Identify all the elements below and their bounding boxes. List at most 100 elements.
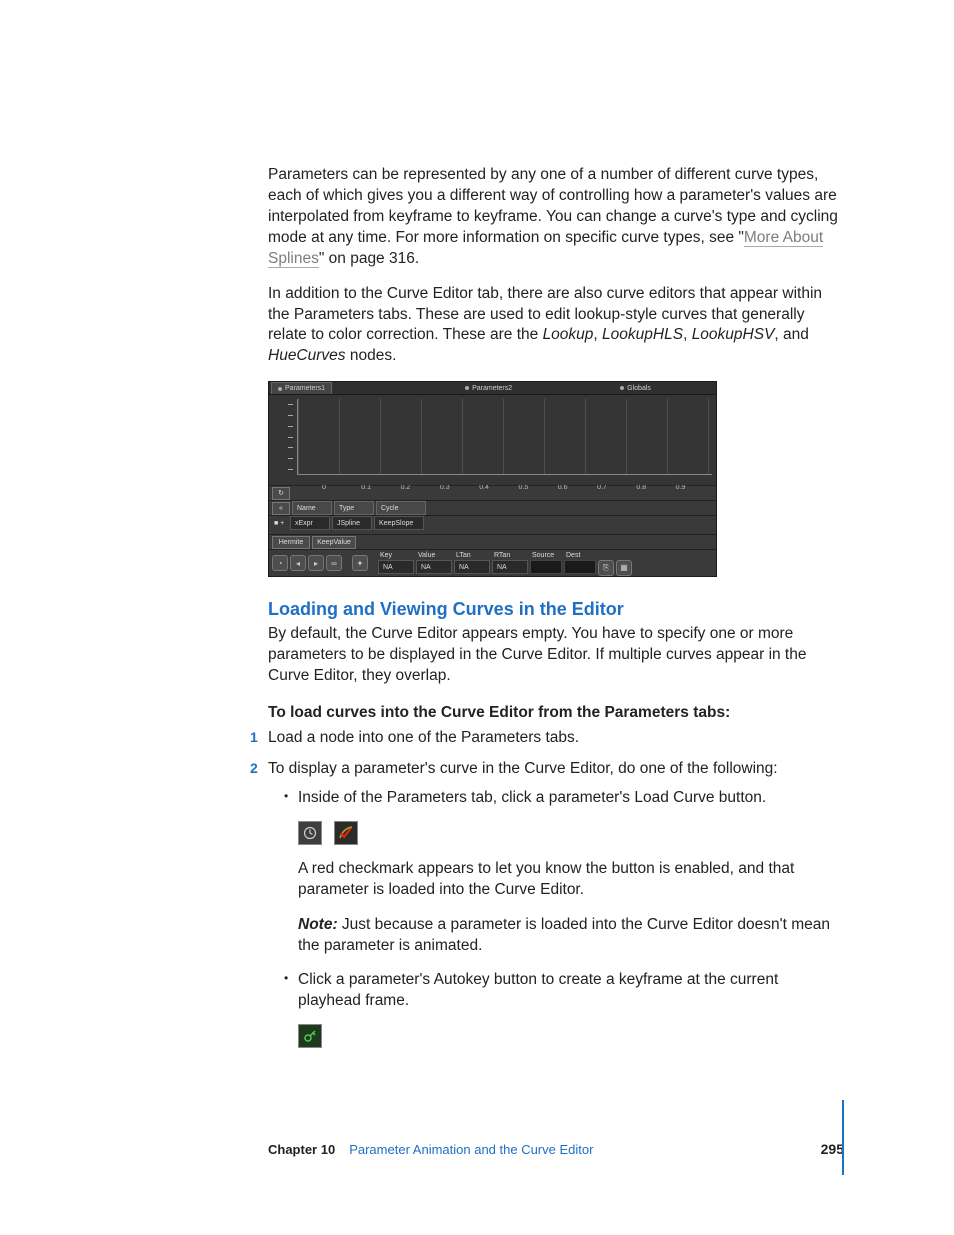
node-name: LookupHSV (692, 326, 775, 343)
tab-close-icon (278, 387, 282, 391)
col-type: Type (334, 501, 374, 515)
page-edge-rule (842, 1100, 844, 1175)
value-field[interactable]: NA (416, 560, 452, 574)
section-heading: Loading and Viewing Curves in the Editor (268, 599, 844, 620)
next-key-icon[interactable]: ▸ (308, 555, 324, 571)
tab-close-icon (465, 386, 469, 390)
intro-paragraph-2: In addition to the Curve Editor tab, the… (268, 284, 844, 368)
autokey-icon (298, 1024, 322, 1048)
spreadsheet-row: ■ + xExpr JSpline KeepSlope (269, 515, 716, 530)
row-toggle[interactable]: ■ + (272, 520, 288, 527)
param-cycle-cell[interactable]: KeepSlope (374, 516, 424, 530)
prev-key-icon[interactable]: ◂ (290, 555, 306, 571)
step-2: 2 To display a parameter's curve in the … (268, 759, 844, 1048)
option-followup: A red checkmark appears to let you know … (298, 859, 844, 901)
source-label: Source (530, 552, 562, 559)
x-tick: 0.4 (477, 484, 516, 494)
y-axis (269, 395, 297, 485)
tab-label: Parameters2 (472, 385, 512, 392)
option-load-curve: Inside of the Parameters tab, click a pa… (284, 788, 844, 957)
step-text: To display a parameter's curve in the Cu… (268, 760, 778, 777)
tab-label: Globals (627, 385, 651, 392)
section-paragraph: By default, the Curve Editor appears emp… (268, 624, 844, 687)
option-text: Inside of the Parameters tab, click a pa… (298, 789, 766, 806)
expand-button[interactable]: « (272, 502, 290, 515)
text: , (593, 326, 602, 343)
note-label: Note: (298, 916, 338, 933)
load-curve-checked-icon (334, 821, 358, 845)
page-footer: Chapter 10 Parameter Animation and the C… (268, 1141, 844, 1157)
x-axis-row: ↻ 0 0.1 0.2 0.3 0.4 0.5 0.6 0.7 0.8 0.9 (269, 485, 716, 500)
ltan-field[interactable]: NA (454, 560, 490, 574)
tab-label: Parameters1 (285, 385, 325, 392)
rtan-label: RTan (492, 552, 528, 559)
chapter-title: Parameter Animation and the Curve Editor (349, 1142, 593, 1157)
link-icon[interactable]: ∞ (326, 555, 342, 571)
add-key-icon[interactable]: ✦ (352, 555, 368, 571)
plot-grid (297, 399, 712, 475)
x-tick: 0.6 (556, 484, 595, 494)
chapter-label: Chapter 10 (268, 1142, 335, 1157)
key-toolbar: ◔ ◂ ▸ ∞ ✦ Key NA Value NA LTan NA RTan N… (269, 549, 716, 576)
tab-parameters2[interactable]: Parameters2 (459, 383, 518, 394)
key-field[interactable]: NA (378, 560, 414, 574)
hermite-button[interactable]: Hermite (272, 536, 310, 549)
interp-buttons-row: Hermite KeepValue (269, 534, 716, 549)
dest-label: Dest (564, 552, 596, 559)
option-text: Click a parameter's Autokey button to cr… (298, 971, 778, 1009)
source-field[interactable] (530, 560, 562, 574)
node-name: LookupHLS (602, 326, 683, 343)
text: , and (774, 326, 808, 343)
curve-editor-screenshot: Parameters1 Parameters2 Globals ↻ 0 0.1 … (268, 381, 717, 577)
value-label: Value (416, 552, 452, 559)
tab-parameters1[interactable]: Parameters1 (271, 382, 332, 394)
node-name: Lookup (543, 326, 594, 343)
clock-icon[interactable]: ◔ (272, 555, 288, 571)
document-page: Parameters can be represented by any one… (0, 0, 954, 1235)
rtan-field[interactable]: NA (492, 560, 528, 574)
ltan-label: LTan (454, 552, 490, 559)
x-tick: 0 (320, 484, 359, 494)
col-cycle: Cycle (376, 501, 426, 515)
x-tick: 0.1 (359, 484, 398, 494)
step-text: Load a node into one of the Parameters t… (268, 729, 579, 746)
node-name: HueCurves (268, 347, 346, 364)
tab-globals[interactable]: Globals (614, 383, 657, 394)
text: , (683, 326, 692, 343)
tab-close-icon (620, 386, 624, 390)
step-1: 1 Load a node into one of the Parameters… (268, 728, 844, 749)
param-name-cell[interactable]: xExpr (290, 516, 330, 530)
dest-field[interactable] (564, 560, 596, 574)
x-tick: 0.7 (595, 484, 634, 494)
param-type-cell[interactable]: JSpline (332, 516, 372, 530)
spreadsheet-header: « Name Type Cycle (269, 500, 716, 515)
x-axis-labels: 0 0.1 0.2 0.3 0.4 0.5 0.6 0.7 0.8 0.9 (292, 484, 713, 494)
copy-icon[interactable]: ⎘ (598, 560, 614, 576)
step-number: 2 (250, 759, 258, 778)
page-number: 295 (821, 1141, 844, 1157)
procedure-lead: To load curves into the Curve Editor fro… (268, 703, 844, 724)
note: Note: Just because a parameter is loaded… (298, 915, 844, 957)
text: " on page 316. (319, 250, 419, 267)
load-curve-icons (298, 821, 844, 845)
key-label: Key (378, 552, 414, 559)
x-tick: 0.2 (399, 484, 438, 494)
x-tick: 0.5 (516, 484, 555, 494)
intro-paragraph-1: Parameters can be represented by any one… (268, 165, 844, 270)
refresh-button[interactable]: ↻ (272, 487, 290, 500)
col-name: Name (292, 501, 332, 515)
x-tick: 0.8 (634, 484, 673, 494)
x-tick: 0.3 (438, 484, 477, 494)
procedure-steps: 1 Load a node into one of the Parameters… (268, 728, 844, 1048)
editor-tabs: Parameters1 Parameters2 Globals (269, 382, 716, 395)
step-2-options: Inside of the Parameters tab, click a pa… (284, 788, 844, 1048)
clock-icon (298, 821, 322, 845)
curve-plot-area (269, 395, 716, 485)
x-tick: 0.9 (674, 484, 713, 494)
autokey-icon-row (298, 1024, 844, 1048)
paste-icon[interactable]: ▦ (616, 560, 632, 576)
option-autokey: Click a parameter's Autokey button to cr… (284, 970, 844, 1048)
step-number: 1 (250, 728, 258, 747)
note-body: Just because a parameter is loaded into … (298, 916, 830, 954)
keepvalue-button[interactable]: KeepValue (312, 536, 356, 549)
